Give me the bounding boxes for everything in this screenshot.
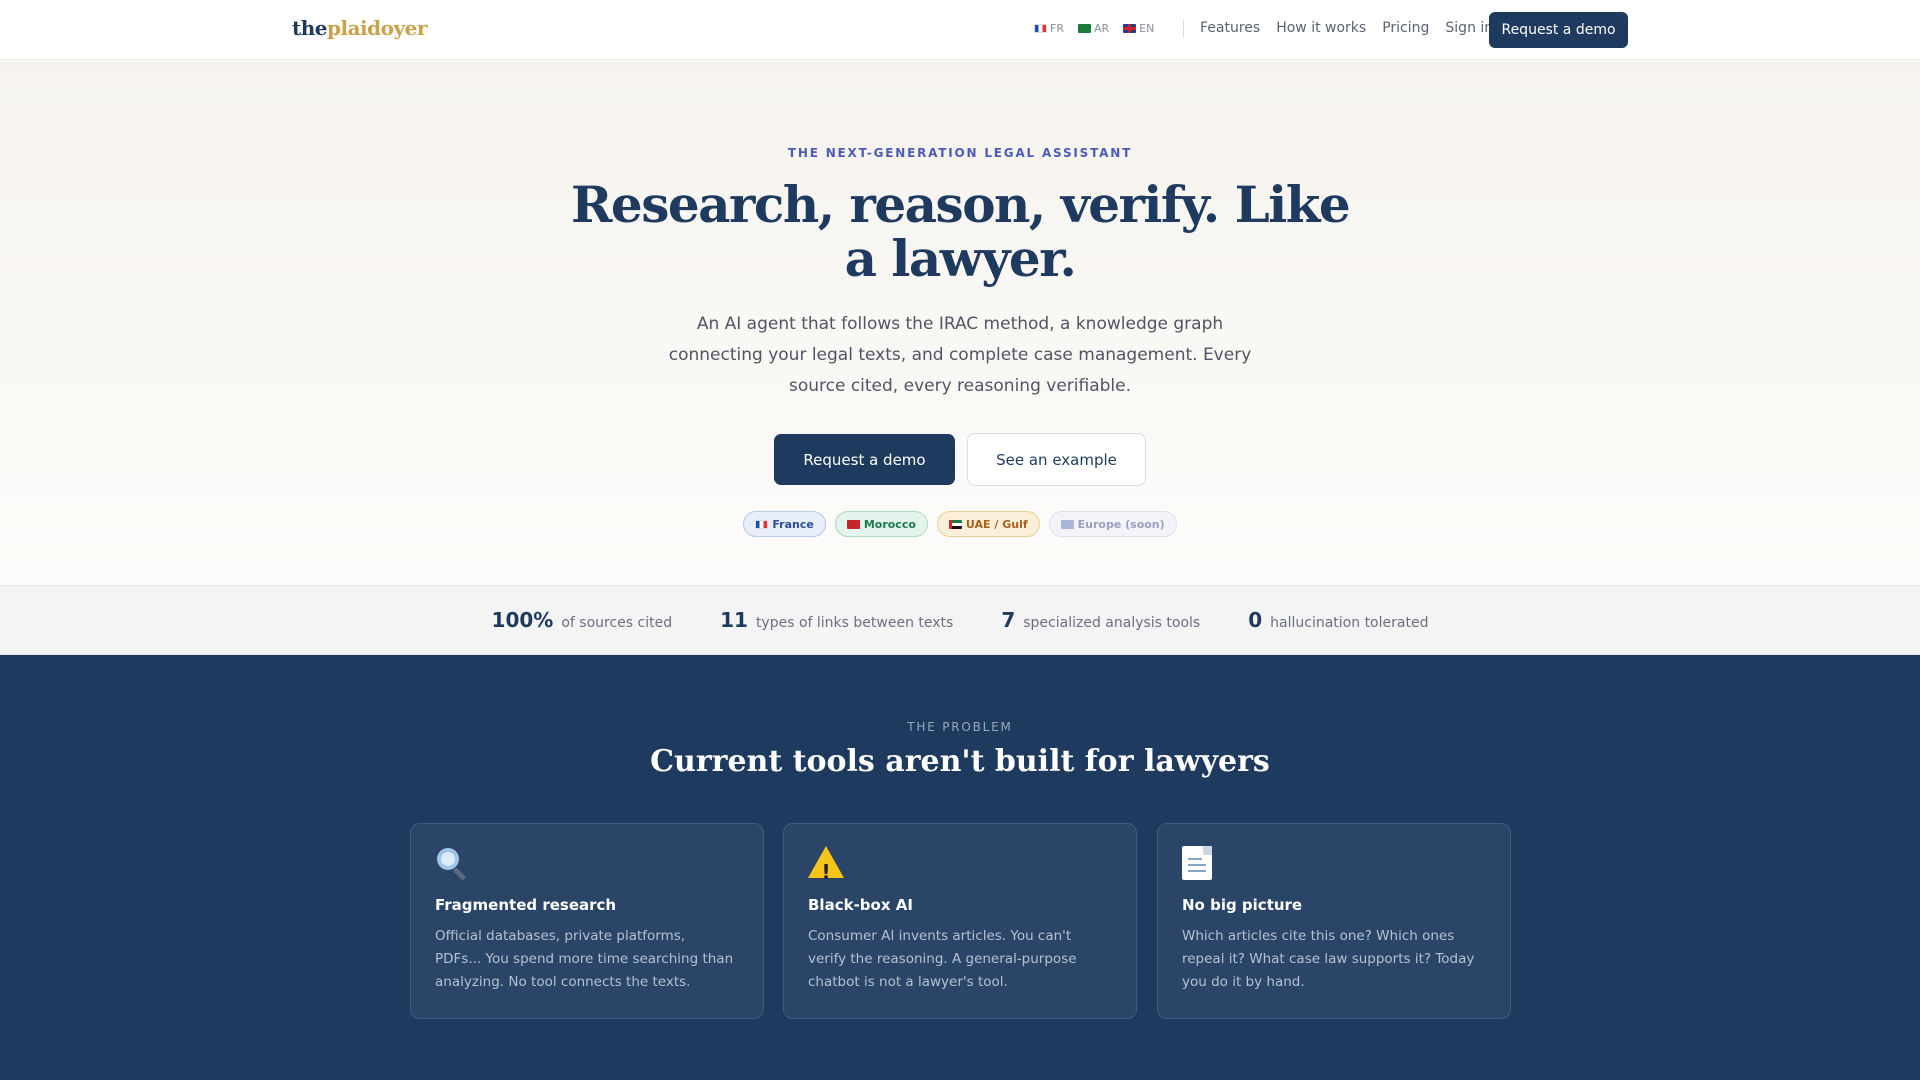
region-badge-europe: Europe (soon) (1048, 511, 1177, 537)
magnifying-glass-icon (435, 846, 471, 882)
problem-card-no-big-picture: No big picture Which articles cite this … (1157, 823, 1511, 1019)
stat-item: 100% of sources cited (491, 608, 673, 632)
nav-links: Features How it works Pricing Sign in (1200, 20, 1493, 36)
request-demo-button[interactable]: Request a demo (774, 434, 955, 485)
problem-title: Current tools aren't built for lawyers (650, 744, 1270, 779)
nav-link-sign-in[interactable]: Sign in (1445, 20, 1493, 36)
morocco-flag-icon (846, 519, 860, 529)
saudi-flag-icon (1077, 24, 1091, 33)
problem-card-black-box-ai: ! Black-box AI Consumer AI invents artic… (783, 823, 1137, 1019)
see-example-button[interactable]: See an example (967, 433, 1146, 486)
language-switcher: FR AR EN (1034, 22, 1154, 35)
hero-subtitle: An AI agent that follows the IRAC method… (668, 314, 1252, 396)
nav-link-features[interactable]: Features (1200, 20, 1260, 36)
document-icon (1182, 846, 1218, 882)
problem-card-fragmented-research: Fragmented research Official databases, … (410, 823, 764, 1019)
problem-section: THE PROBLEM Current tools aren't built f… (0, 655, 1920, 1080)
stat-item: 7 specialized analysis tools (1001, 608, 1201, 632)
language-ar[interactable]: AR (1077, 22, 1109, 35)
logo[interactable]: theplaidoyer (292, 16, 427, 40)
region-badge-france: France (743, 511, 826, 537)
nav-divider (1183, 20, 1184, 38)
region-badge-uae: UAE / Gulf (936, 511, 1040, 537)
language-en[interactable]: EN (1123, 22, 1154, 35)
hero-headline: Research, reason, verify. Like a lawyer. (570, 175, 1351, 288)
france-flag-icon (1034, 24, 1047, 33)
stat-item: 0 hallucination tolerated (1248, 608, 1429, 632)
stats-bar: 100% of sources cited 11 types of links … (0, 585, 1920, 655)
warning-icon: ! (808, 846, 844, 884)
nav-link-pricing[interactable]: Pricing (1382, 20, 1429, 36)
france-flag-icon (755, 519, 769, 529)
uk-flag-icon (1123, 24, 1137, 33)
hero-eyebrow: THE NEXT-GENERATION LEGAL ASSISTANT (787, 146, 1133, 160)
nav-request-demo-button[interactable]: Request a demo (1489, 12, 1628, 48)
region-badges: France Morocco UAE / Gulf Europe (soon) (0, 511, 1920, 537)
nav-link-how-it-works[interactable]: How it works (1276, 20, 1366, 36)
europe-flag-icon (1060, 519, 1074, 529)
stat-item: 11 types of links between texts (720, 608, 954, 632)
uae-flag-icon (948, 519, 962, 529)
region-badge-morocco: Morocco (834, 511, 928, 537)
problem-eyebrow: THE PROBLEM (907, 720, 1013, 734)
top-navbar: theplaidoyer FR AR EN Features How it wo… (0, 0, 1920, 60)
language-fr[interactable]: FR (1034, 22, 1064, 35)
